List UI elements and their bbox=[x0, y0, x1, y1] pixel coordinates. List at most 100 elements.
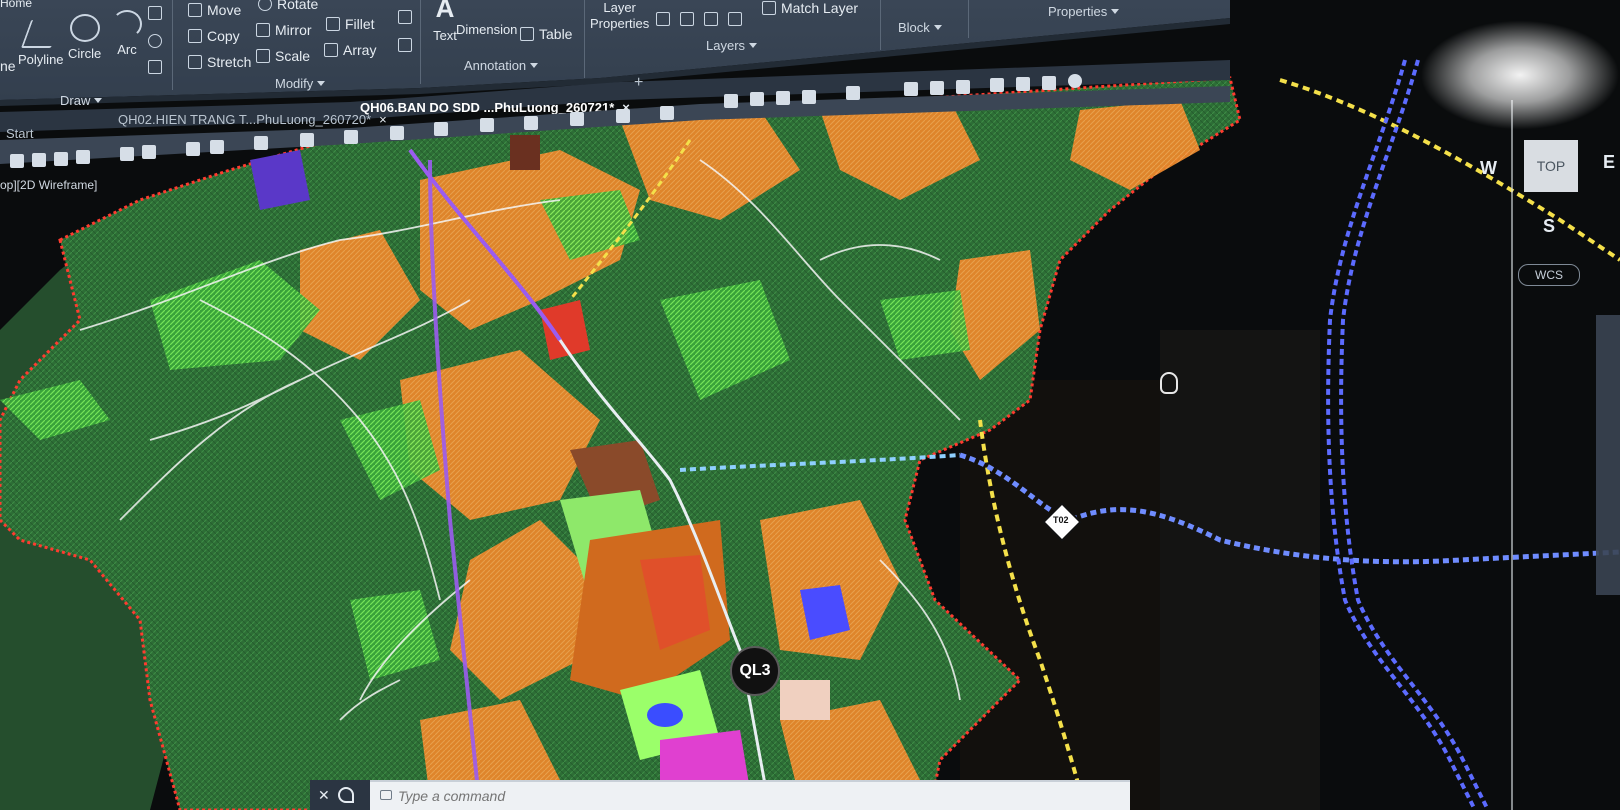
chevron-down-icon bbox=[317, 81, 326, 86]
tool-icon[interactable] bbox=[120, 147, 134, 161]
explode-button[interactable] bbox=[398, 10, 412, 24]
new-tab-button[interactable]: + bbox=[634, 74, 643, 92]
arc-icon bbox=[112, 10, 142, 38]
fillet-button[interactable]: Fillet bbox=[326, 16, 375, 32]
ellipse-icon bbox=[148, 34, 162, 48]
tool-icon[interactable] bbox=[1068, 74, 1082, 88]
tool-icon[interactable] bbox=[904, 82, 918, 96]
rectangle-icon bbox=[148, 6, 162, 20]
block-group-label[interactable]: Block bbox=[898, 20, 942, 35]
tool-icon[interactable] bbox=[300, 133, 314, 147]
tool-icon[interactable] bbox=[186, 142, 200, 156]
tool-icon[interactable] bbox=[210, 140, 224, 154]
move-icon bbox=[188, 3, 202, 17]
ribbon-divider bbox=[420, 0, 421, 84]
home-tab[interactable]: Home bbox=[0, 0, 32, 10]
explode-icon bbox=[398, 10, 412, 24]
command-line-controls: ✕ bbox=[310, 780, 370, 810]
tool-icon[interactable] bbox=[480, 118, 494, 132]
chevron-down-icon bbox=[94, 98, 103, 103]
viewcube-east[interactable]: E bbox=[1603, 152, 1615, 173]
layer-freeze-icon bbox=[704, 12, 718, 26]
command-input[interactable] bbox=[378, 784, 1140, 808]
rectangle-tool[interactable] bbox=[148, 6, 162, 20]
tool-icon[interactable] bbox=[990, 78, 1004, 92]
mirror-button[interactable]: Mirror bbox=[256, 22, 312, 38]
ribbon-divider bbox=[172, 0, 173, 90]
tool-icon[interactable] bbox=[390, 126, 404, 140]
scale-button[interactable]: Scale bbox=[256, 48, 310, 64]
ellipse-tool[interactable] bbox=[148, 34, 162, 48]
viewcube-top[interactable]: TOP bbox=[1524, 140, 1578, 192]
viewcube-west[interactable]: W bbox=[1480, 158, 1497, 179]
tool-icon[interactable] bbox=[434, 122, 448, 136]
tool-icon[interactable] bbox=[776, 91, 790, 105]
tool-icon[interactable] bbox=[616, 109, 630, 123]
tool-icon[interactable] bbox=[724, 94, 738, 108]
tool-icon[interactable] bbox=[930, 81, 944, 95]
layer-lock-icon bbox=[728, 12, 742, 26]
stretch-icon bbox=[188, 55, 202, 69]
layer-properties-button[interactable]: Layer Properties bbox=[590, 0, 649, 32]
arc-tool[interactable]: Arc bbox=[112, 10, 142, 57]
stretch-button[interactable]: Stretch bbox=[188, 54, 251, 70]
plus-icon: + bbox=[634, 74, 644, 91]
layer-tools[interactable] bbox=[656, 12, 742, 26]
wrench-icon[interactable] bbox=[337, 787, 354, 803]
tool-icon[interactable] bbox=[10, 154, 24, 168]
viewport-controls[interactable]: op][2D Wireframe] bbox=[0, 178, 97, 192]
close-icon[interactable]: ✕ bbox=[318, 787, 330, 804]
autocad-window: T02 Home ne Polyline Circle Arc Draw Mov… bbox=[0, 0, 1620, 810]
chevron-down-icon bbox=[530, 63, 539, 68]
tool-icon[interactable] bbox=[570, 112, 584, 126]
array-button[interactable]: Array bbox=[324, 42, 376, 58]
line-tool[interactable]: ne bbox=[0, 58, 16, 74]
hatch-icon bbox=[148, 60, 162, 74]
match-layer-button[interactable]: Match Layer bbox=[762, 0, 858, 16]
start-tab[interactable]: Start bbox=[6, 126, 33, 141]
circle-icon bbox=[69, 14, 100, 42]
circle-tool[interactable]: Circle bbox=[68, 14, 101, 61]
dimension-tool[interactable]: Dimension bbox=[456, 0, 517, 37]
tool-icon[interactable] bbox=[254, 136, 268, 150]
move-button[interactable]: Move bbox=[188, 2, 241, 18]
array-icon bbox=[324, 43, 338, 57]
tool-icon[interactable] bbox=[142, 145, 156, 159]
tool-icon[interactable] bbox=[750, 92, 764, 106]
annotation-group-label[interactable]: Annotation bbox=[464, 58, 539, 73]
tool-icon[interactable] bbox=[660, 106, 674, 120]
tool-icon[interactable] bbox=[76, 150, 90, 164]
tool-icon[interactable] bbox=[1042, 76, 1056, 90]
ribbon-divider bbox=[584, 0, 585, 78]
polyline-icon bbox=[20, 20, 61, 48]
rotate-button[interactable]: Rotate bbox=[258, 0, 318, 12]
tool-icon[interactable] bbox=[846, 86, 860, 100]
ribbon-divider bbox=[880, 0, 881, 50]
tool-icon[interactable] bbox=[54, 152, 68, 166]
hatch-tool[interactable] bbox=[148, 60, 162, 74]
modify-group-label[interactable]: Modify bbox=[275, 76, 326, 91]
draw-group-label[interactable]: Draw bbox=[60, 93, 103, 108]
chevron-down-icon bbox=[933, 25, 942, 30]
scale-icon bbox=[256, 49, 270, 63]
tool-icon[interactable] bbox=[956, 80, 970, 94]
mirror-icon bbox=[256, 23, 270, 37]
tool-icon[interactable] bbox=[344, 130, 358, 144]
table-button[interactable]: Table bbox=[520, 26, 572, 42]
tool-icon[interactable] bbox=[32, 153, 46, 167]
table-icon bbox=[520, 27, 534, 41]
route-marker-label: T02 bbox=[1053, 515, 1069, 525]
layer-isolate-icon bbox=[680, 12, 694, 26]
layers-group-label[interactable]: Layers bbox=[706, 38, 758, 53]
tool-icon[interactable] bbox=[1016, 77, 1030, 91]
properties-group-label[interactable]: Properties bbox=[1048, 4, 1120, 19]
tool-icon[interactable] bbox=[524, 116, 538, 130]
offset-button[interactable] bbox=[398, 38, 412, 52]
polyline-tool[interactable]: Polyline bbox=[18, 20, 64, 67]
file-tab-qh02[interactable]: QH02.HIEN TRANG T...PhuLuong_260720* × bbox=[118, 112, 387, 127]
viewcube-south[interactable]: S bbox=[1543, 216, 1555, 237]
copy-button[interactable]: Copy bbox=[188, 28, 240, 44]
wcs-menu[interactable]: WCS bbox=[1518, 264, 1580, 286]
tool-icon[interactable] bbox=[802, 90, 816, 104]
pan-cursor-icon bbox=[1160, 372, 1178, 394]
